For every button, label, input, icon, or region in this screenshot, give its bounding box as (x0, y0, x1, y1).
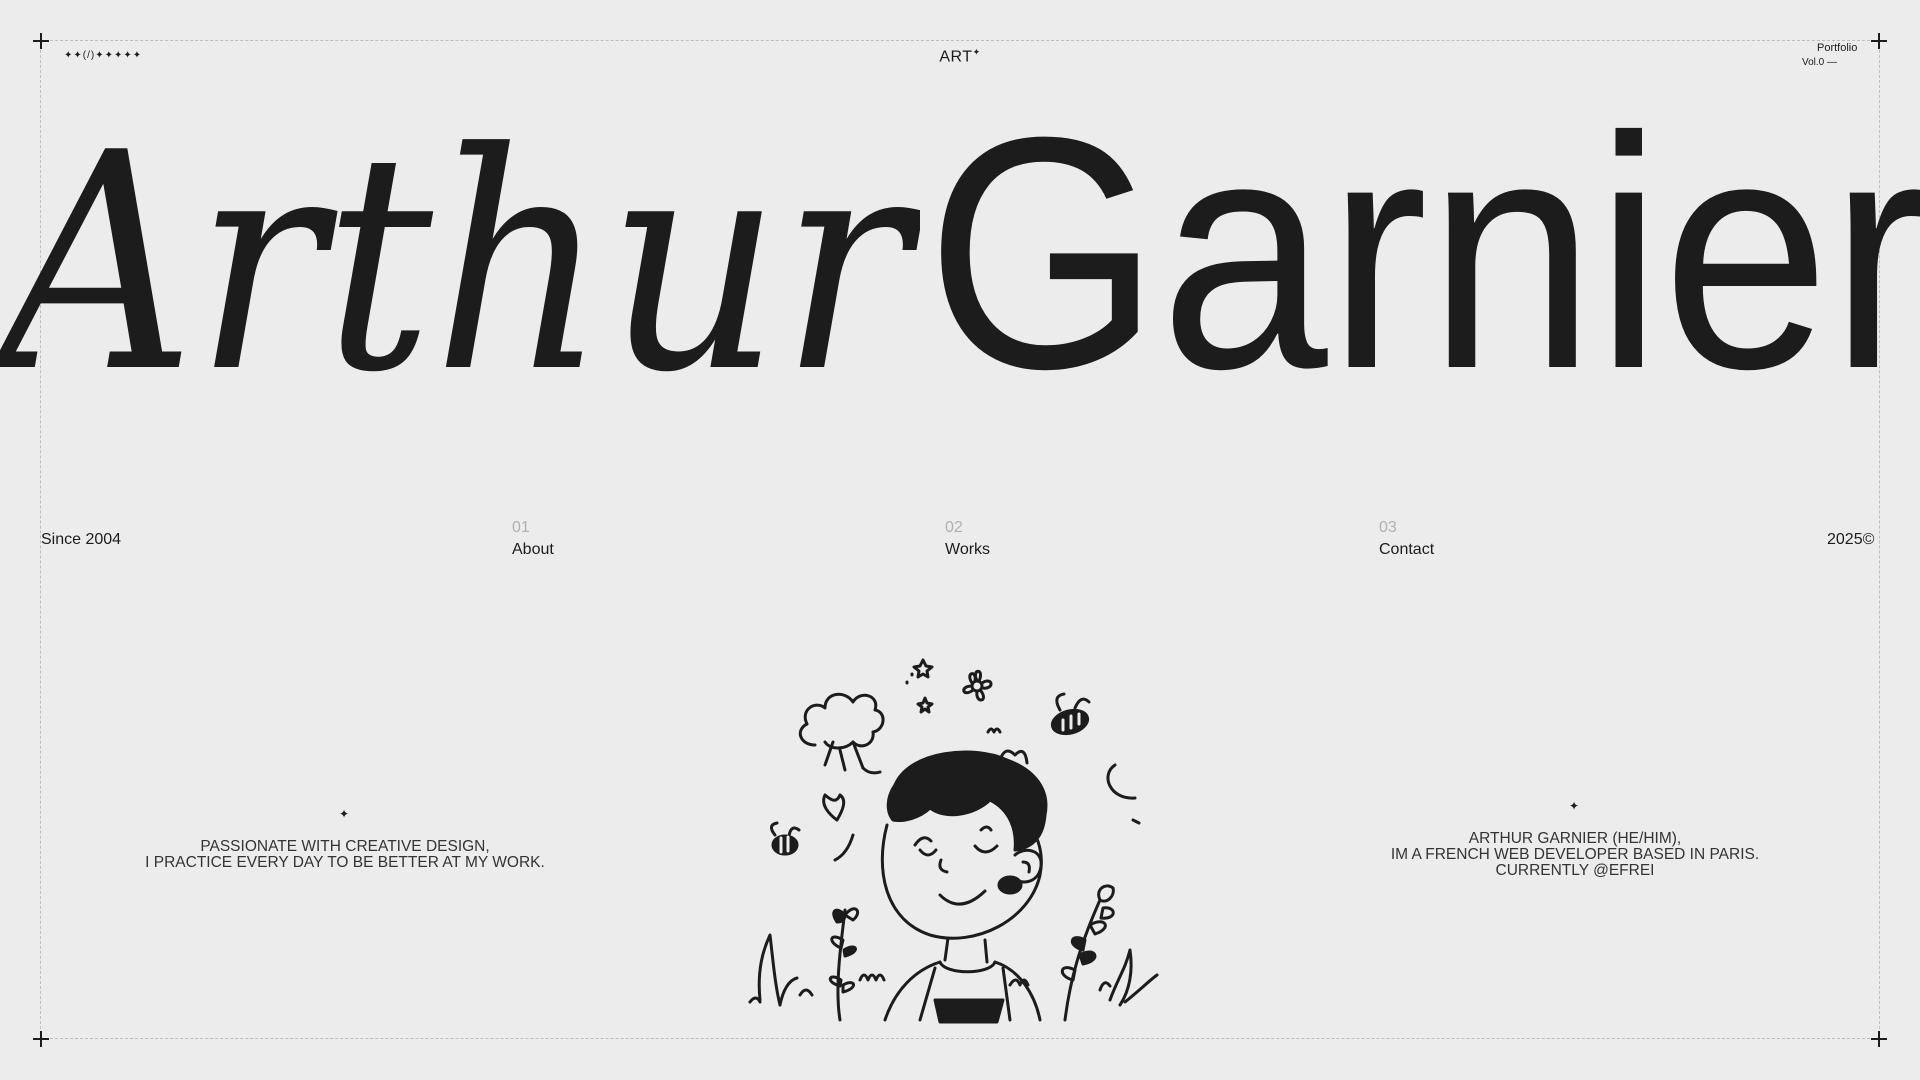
boy-illustration-icon (748, 658, 1159, 1024)
nav-works[interactable]: 02 Works (945, 519, 990, 559)
hero-first-name-text: Arthur (0, 95, 920, 385)
copyright-year: 2025© (1827, 531, 1875, 548)
sparkle-icon: ✦ (1569, 799, 1580, 813)
crosshair-icon (33, 1031, 49, 1047)
nav-works-number: 02 (945, 519, 963, 536)
leaf-icon (822, 793, 846, 822)
grass-icon (748, 933, 814, 1007)
grass-icon (1098, 948, 1159, 1007)
moon-icon (1106, 763, 1137, 800)
dot-icon (905, 672, 914, 685)
squiggle-icon (986, 727, 1002, 734)
star-icon (916, 696, 934, 714)
nav-about-label: About (512, 541, 554, 558)
nav-contact[interactable]: 03 Contact (1379, 519, 1434, 559)
nav-about[interactable]: 01 About (512, 519, 554, 559)
plant-icon (1060, 884, 1115, 1022)
nav-contact-number: 03 (1379, 519, 1397, 536)
flower-icon (962, 669, 993, 702)
intro-right-line: CURRENTLY @EFREI (1495, 862, 1655, 879)
intro-left-line: PASSIONATE WITH CREATIVE DESIGN, (200, 838, 490, 855)
bee-icon (770, 821, 801, 856)
since-label: Since 2004 (41, 531, 122, 548)
intro-right-line: ARTHUR GARNIER (HE/HIM), (1468, 830, 1682, 847)
boy-head (880, 749, 1048, 940)
hero-last-name: Garnier (926, 68, 1920, 390)
crosshair-icon (1871, 1031, 1887, 1047)
sparkle-icon: ✦ (339, 807, 350, 821)
intro-right-text: ARTHUR GARNIER (HE/HIM), IM A FRENCH WEB… (1350, 831, 1800, 879)
hero-last-name-text: Garnier (926, 68, 1920, 390)
nav-contact-label: Contact (1379, 541, 1435, 558)
star-icon (912, 658, 934, 679)
nav-about-number: 01 (512, 519, 530, 536)
plant-icon (828, 907, 859, 1022)
intro-left-line: I PRACTICE EVERY DAY TO BE BETTER AT MY … (145, 854, 545, 871)
hero-first-name: Arthur (0, 95, 920, 385)
intro-left-text: PASSIONATE WITH CREATIVE DESIGN, I PRACT… (120, 839, 570, 871)
bee-icon (1050, 692, 1091, 736)
intro-right-line: IM A FRENCH WEB DEVELOPER BASED IN PARIS… (1390, 846, 1760, 863)
tree-icon (798, 692, 885, 775)
squiggle-icon (858, 973, 886, 982)
nav-works-label: Works (945, 541, 991, 558)
